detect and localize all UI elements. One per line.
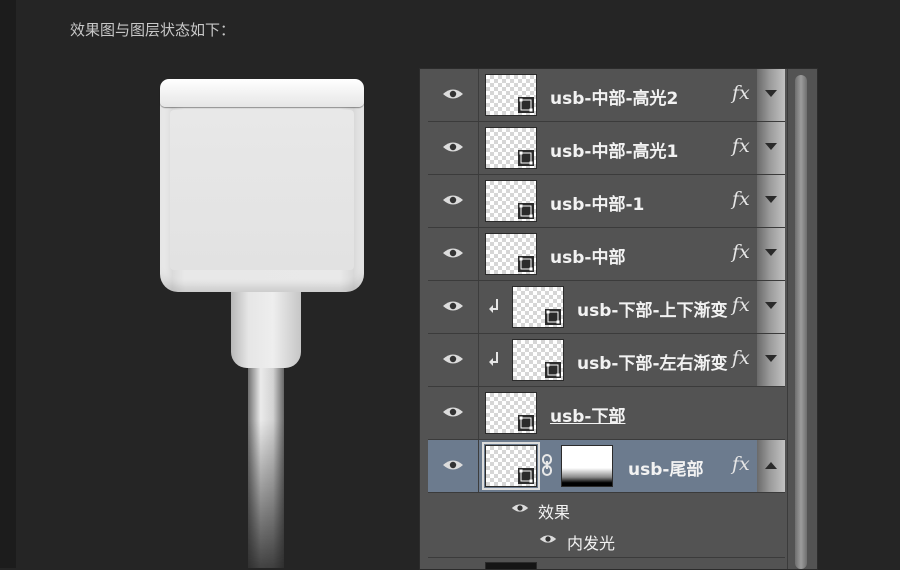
layer-name: usb-中部-高光2 <box>550 89 679 109</box>
layer-thumbnail <box>512 286 564 328</box>
usb-illustration <box>0 0 420 568</box>
eye-icon[interactable] <box>442 246 464 260</box>
eye-icon[interactable] <box>442 458 464 472</box>
layer-name: usb-下部-上下渐变 <box>577 301 728 321</box>
chevron-down-icon[interactable] <box>765 90 777 98</box>
layer-mask-thumbnail[interactable] <box>561 445 613 487</box>
visibility-toggle[interactable] <box>428 440 479 492</box>
vector-mask-icon <box>518 97 534 113</box>
usb-neck <box>231 292 301 368</box>
layer-row[interactable]: usb-中部-高光1 fx <box>428 122 785 175</box>
effects-expand-toggle[interactable] <box>757 122 785 174</box>
layer-thumbnail <box>512 339 564 381</box>
usb-cable <box>248 356 284 568</box>
layer-row-selected[interactable]: usb-尾部 fx <box>428 440 785 493</box>
layer-row[interactable]: usb-下部-上下渐变 fx <box>428 281 785 334</box>
fx-icon: fx <box>732 347 750 369</box>
visibility-toggle[interactable] <box>428 122 479 174</box>
chevron-down-icon[interactable] <box>765 302 777 310</box>
chevron-down-icon[interactable] <box>765 143 777 151</box>
fx-icon: fx <box>732 188 750 210</box>
layers-panel: usb-中部-高光2 fx usb-中部-高光1 fx usb-中部-1 fx <box>419 68 818 570</box>
usb-cap <box>160 79 364 107</box>
fx-icon: fx <box>732 241 750 263</box>
layer-thumbnail <box>485 233 537 275</box>
fx-icon: fx <box>732 135 750 157</box>
visibility-toggle[interactable] <box>428 281 479 333</box>
visibility-toggle[interactable] <box>428 228 479 280</box>
eye-icon[interactable] <box>442 299 464 313</box>
layer-row[interactable]: usb-下部 <box>428 387 785 440</box>
effects-expand-toggle[interactable] <box>757 228 785 280</box>
chevron-down-icon[interactable] <box>765 355 777 363</box>
effects-collapse-toggle[interactable] <box>757 440 785 492</box>
eye-icon[interactable] <box>442 193 464 207</box>
eye-icon[interactable] <box>442 140 464 154</box>
eye-icon[interactable] <box>511 502 529 514</box>
effect-label: 内发光 <box>567 534 616 553</box>
layer-thumbnail <box>485 74 537 116</box>
effect-row-inner-glow[interactable]: 内发光 <box>428 524 785 555</box>
clipping-mask-arrow-icon <box>489 352 498 366</box>
chevron-down-icon[interactable] <box>765 249 777 257</box>
vector-mask-icon <box>518 256 534 272</box>
visibility-toggle[interactable] <box>428 334 479 386</box>
effects-expand-toggle[interactable] <box>757 175 785 227</box>
vector-mask-icon <box>518 150 534 166</box>
fx-icon: fx <box>732 453 750 475</box>
layer-thumbnail <box>485 180 537 222</box>
chain-link-icon[interactable] <box>541 454 553 476</box>
eye-icon[interactable] <box>442 405 464 419</box>
vector-mask-icon <box>545 309 561 325</box>
layer-thumbnail <box>482 442 540 490</box>
chevron-down-icon[interactable] <box>765 196 777 204</box>
layer-row[interactable]: usb-中部-1 fx <box>428 175 785 228</box>
layer-row[interactable]: usb-中部 fx <box>428 228 785 281</box>
effects-expand-toggle[interactable] <box>757 281 785 333</box>
layer-name: usb-下部-左右渐变 <box>577 354 728 374</box>
eye-icon[interactable] <box>539 533 557 545</box>
layer-row[interactable]: usb-下部-左右渐变 fx <box>428 334 785 387</box>
vector-mask-icon <box>518 415 534 431</box>
scrollbar-thumb[interactable] <box>795 75 807 569</box>
visibility-toggle[interactable] <box>428 175 479 227</box>
layer-name: usb-中部 <box>550 248 626 268</box>
layer-row-partial[interactable] <box>428 557 785 569</box>
vector-mask-icon <box>518 468 534 484</box>
eye-icon[interactable] <box>442 352 464 366</box>
effects-expand-toggle[interactable] <box>757 334 785 386</box>
layer-thumbnail <box>485 127 537 169</box>
visibility-toggle[interactable] <box>428 69 479 121</box>
effects-header-row[interactable]: 效果 <box>428 493 785 524</box>
scrollbar-track[interactable] <box>787 69 816 569</box>
layer-name: usb-尾部 <box>628 460 704 480</box>
fx-icon: fx <box>732 82 750 104</box>
chevron-up-icon[interactable] <box>765 461 777 469</box>
fx-icon: fx <box>732 294 750 316</box>
clipping-mask-arrow-icon <box>489 299 498 313</box>
vector-mask-icon <box>545 362 561 378</box>
eye-icon[interactable] <box>442 87 464 101</box>
usb-body <box>160 96 364 292</box>
effects-expand-toggle[interactable] <box>757 69 785 121</box>
visibility-toggle[interactable] <box>428 387 479 439</box>
layer-thumbnail <box>485 392 537 434</box>
layer-row[interactable]: usb-中部-高光2 fx <box>428 69 785 122</box>
vector-mask-icon <box>518 203 534 219</box>
layer-name: usb-中部-1 <box>550 195 645 215</box>
layer-name: usb-下部 <box>550 407 626 427</box>
effects-header-label: 效果 <box>538 503 571 522</box>
layer-thumbnail <box>485 562 537 569</box>
layer-name: usb-中部-高光1 <box>550 142 679 162</box>
